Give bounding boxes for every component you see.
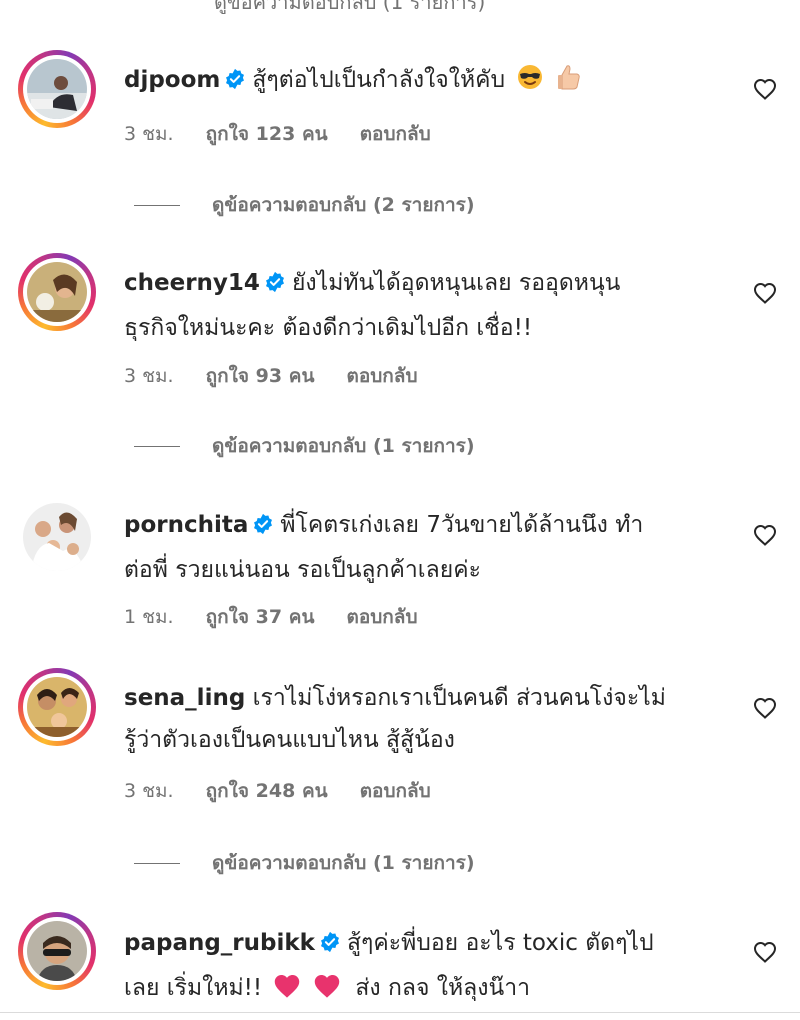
reply-button[interactable]: ตอบกลับ xyxy=(360,780,431,802)
reply-button[interactable]: ตอบกลับ xyxy=(360,123,431,145)
comment-text-line-2b: ส่ง กลจ ให้ลุงน๊าา xyxy=(355,975,531,1001)
comment-username[interactable]: cheerny14 xyxy=(124,270,260,296)
comment-username[interactable]: djpoom xyxy=(124,67,220,93)
comment-text-line-2: รู้ว่าตัวเองเป็นคนแบบไหน สู้สู้น้อง xyxy=(124,727,455,753)
like-heart-icon[interactable] xyxy=(753,282,777,304)
comment-text-line-1: พี่โคตรเก่งเลย 7วันขายได้ล้านนึง ทำ xyxy=(280,512,644,538)
comment-meta: 3 ชม. ถูกใจ 248 คน ตอบกลับ xyxy=(124,776,457,806)
divider-line xyxy=(134,446,180,447)
thumbs-up-emoji xyxy=(556,63,582,105)
comment-likes[interactable]: ถูกใจ 123 คน xyxy=(206,123,328,145)
view-replies-partial[interactable]: ดูข้อความตอบกลับ (1 รายการ) xyxy=(0,0,800,14)
comment-text: สู้ๆต่อไปเป็นกำลังใจให้คับ xyxy=(252,67,506,93)
comment-text-line-1: เราไม่โง่หรอกเราเป็นคนดี ส่วนคนโง่จะไม่ xyxy=(252,685,666,711)
view-replies-label: ดูข้อความตอบกลับ (1 รายการ) xyxy=(214,0,486,14)
view-replies-button[interactable]: ดูข้อความตอบกลับ (1 รายการ) xyxy=(134,431,475,461)
comment-likes[interactable]: ถูกใจ 248 คน xyxy=(206,780,328,802)
comment-meta: 3 ชม. ถูกใจ 93 คน ตอบกลับ xyxy=(124,361,444,391)
avatar-photo xyxy=(27,262,87,322)
comment-content: cheerny14 ยังไม่ทันได้อุดหนุนเลย รออุดหนุ… xyxy=(124,262,724,349)
reply-button[interactable]: ตอบกลับ xyxy=(346,606,417,628)
comment-text-line-2a: เลย เริ่มใหม่!! xyxy=(124,975,263,1001)
comment-likes[interactable]: ถูกใจ 37 คน xyxy=(206,606,315,628)
view-replies-label: ดูข้อความตอบกลับ (1 รายการ) xyxy=(212,852,475,874)
comment-text-line-1: สู้ๆค่ะพี่บอย อะไร toxic ตัดๆไป xyxy=(346,930,654,956)
reply-button[interactable]: ตอบกลับ xyxy=(346,365,417,387)
avatar-photo xyxy=(27,59,87,119)
verified-badge-icon xyxy=(252,507,274,549)
comment-time: 3 ชม. xyxy=(124,123,174,145)
comment-meta: 3 ชม. ถูกใจ 123 คน ตอบกลับ xyxy=(124,119,457,149)
view-replies-label: ดูข้อความตอบกลับ (1 รายการ) xyxy=(212,435,475,457)
like-heart-icon[interactable] xyxy=(753,78,777,100)
view-replies-button[interactable]: ดูข้อความตอบกลับ (1 รายการ) xyxy=(134,848,475,878)
pink-heart-emoji xyxy=(273,971,301,1013)
comment-meta: 1 ชม. ถูกใจ 37 คน ตอบกลับ xyxy=(124,602,444,632)
comment-likes[interactable]: ถูกใจ 93 คน xyxy=(206,365,315,387)
smiling-face-with-sunglasses-emoji xyxy=(516,63,544,105)
comment-username[interactable]: sena_ling xyxy=(124,685,245,711)
comment-content: papang_rubikk สู้ๆค่ะพี่บอย อะไร toxic ตั… xyxy=(124,922,724,1013)
bottom-divider xyxy=(0,1012,800,1013)
verified-badge-icon xyxy=(264,265,286,307)
comment-content: sena_ling เราไม่โง่หรอกเราเป็นคนดี ส่วนค… xyxy=(124,677,724,761)
comment-time: 3 ชม. xyxy=(124,365,174,387)
comment-text-line-2: ต่อพี่ รวยแน่นอน รอเป็นลูกค้าเลยค่ะ xyxy=(124,557,481,583)
comment-username[interactable]: papang_rubikk xyxy=(124,930,315,956)
comment-text-line-2: ธุรกิจใหม่นะคะ ต้องดีกว่าเดิมไปอีก เชื่อ… xyxy=(124,315,533,341)
avatar[interactable] xyxy=(18,498,96,576)
divider-line xyxy=(134,863,180,864)
comment-time: 3 ชม. xyxy=(124,780,174,802)
comment-text-line-1: ยังไม่ทันได้อุดหนุนเลย รออุดหนุน xyxy=(291,270,621,296)
avatar-photo xyxy=(27,921,87,981)
comment-username[interactable]: pornchita xyxy=(124,512,248,538)
avatar[interactable] xyxy=(18,253,96,331)
avatar[interactable] xyxy=(18,668,96,746)
like-heart-icon[interactable] xyxy=(753,697,777,719)
comment-time: 1 ชม. xyxy=(124,606,174,628)
comment-content: djpoom สู้ๆต่อไปเป็นกำลังใจให้คับ xyxy=(124,59,724,105)
like-heart-icon[interactable] xyxy=(753,524,777,546)
verified-badge-icon xyxy=(319,925,341,967)
like-heart-icon[interactable] xyxy=(753,941,777,963)
avatar[interactable] xyxy=(18,912,96,990)
avatar-photo xyxy=(27,677,87,737)
comment-content: pornchita พี่โคตรเก่งเลย 7วันขายได้ล้านนึ… xyxy=(124,504,724,591)
view-replies-button[interactable]: ดูข้อความตอบกลับ (2 รายการ) xyxy=(134,190,475,220)
verified-badge-icon xyxy=(224,62,246,104)
pink-heart-emoji xyxy=(313,971,341,1013)
view-replies-label: ดูข้อความตอบกลับ (2 รายการ) xyxy=(212,194,475,216)
avatar[interactable] xyxy=(18,50,96,128)
avatar-photo xyxy=(23,503,91,571)
divider-line xyxy=(134,205,180,206)
